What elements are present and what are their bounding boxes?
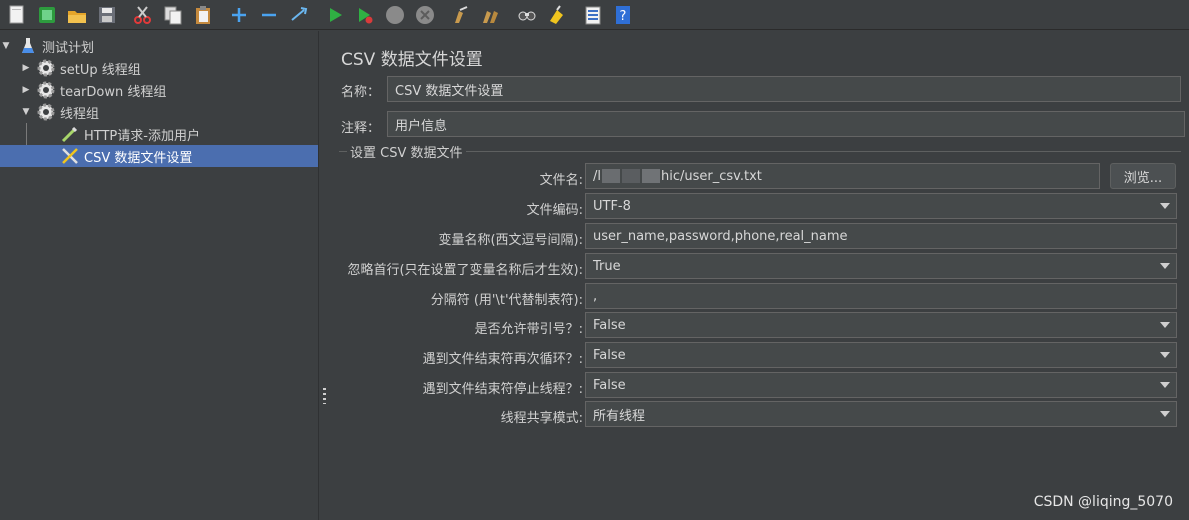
section-title: 设置 CSV 数据文件 — [347, 142, 466, 161]
paste-icon[interactable] — [191, 3, 215, 27]
name-label: 名称： — [341, 85, 381, 100]
start-icon[interactable] — [323, 3, 347, 27]
pipette-icon — [60, 124, 80, 144]
toolbar: ? — [0, 0, 1189, 30]
browse-button[interactable]: 浏览... — [1110, 163, 1176, 189]
test-plan-icon — [18, 36, 38, 56]
tree-item-csv-data-set[interactable]: CSV 数据文件设置 — [0, 145, 318, 167]
tree-item-label: 线程组 — [60, 106, 100, 122]
tree-item-label: tearDown 线程组 — [60, 84, 167, 100]
redacted-text — [642, 169, 660, 183]
stop-thread-on-eof-select[interactable]: False — [585, 372, 1177, 398]
clear-icon[interactable] — [449, 3, 473, 27]
chevron-down-icon[interactable] — [1160, 352, 1170, 358]
reset-search-icon[interactable] — [545, 3, 569, 27]
copy-icon[interactable] — [161, 3, 185, 27]
filename-label: 文件名: — [539, 173, 583, 188]
chevron-down-icon[interactable] — [1160, 203, 1170, 209]
tree-item-label: 测试计划 — [42, 40, 95, 56]
encoding-select[interactable]: UTF-8 — [585, 193, 1177, 219]
delimiter-field[interactable]: , — [585, 283, 1177, 309]
new-icon[interactable] — [5, 3, 29, 27]
expand-arrow-icon[interactable]: ▶ — [20, 84, 32, 96]
chevron-down-icon[interactable] — [1160, 382, 1170, 388]
search-icon[interactable] — [515, 3, 539, 27]
chevron-down-icon[interactable] — [1160, 411, 1170, 417]
split-pane-divider[interactable] — [318, 31, 331, 520]
chevron-down-icon[interactable] — [1160, 263, 1170, 269]
ignore-first-line-select[interactable]: True — [585, 253, 1177, 279]
shutdown-icon[interactable] — [413, 3, 437, 27]
encoding-label: 文件编码: — [526, 203, 583, 218]
sharing-mode-label: 线程共享模式: — [500, 411, 583, 426]
gear-icon — [36, 80, 56, 100]
tree-item-label: setUp 线程组 — [60, 62, 141, 78]
open-icon[interactable] — [65, 3, 89, 27]
tree-item-setup-thread-group[interactable]: ▶ setUp 线程组 — [0, 57, 318, 79]
toggle-icon[interactable] — [287, 3, 311, 27]
cut-icon[interactable] — [131, 3, 155, 27]
help-icon[interactable]: ? — [611, 3, 635, 27]
ignore-first-line-value: True — [593, 258, 621, 274]
start-no-pause-icon[interactable] — [353, 3, 377, 27]
clear-all-icon[interactable] — [479, 3, 503, 27]
recycle-on-eof-label: 遇到文件结束符再次循环？: — [422, 352, 583, 367]
drag-handle-icon[interactable] — [323, 388, 326, 404]
filename-suffix: hic/user_csv.txt — [661, 168, 762, 184]
tree-item-teardown-thread-group[interactable]: ▶ tearDown 线程组 — [0, 79, 318, 101]
stop-icon[interactable] — [383, 3, 407, 27]
recycle-on-eof-select[interactable]: False — [585, 342, 1177, 368]
name-field[interactable]: CSV 数据文件设置 — [387, 76, 1181, 102]
variable-names-field[interactable]: user_name,password,phone,real_name — [585, 223, 1177, 249]
tree-item-label: HTTP请求-添加用户 — [84, 128, 200, 144]
redacted-text — [602, 169, 620, 183]
allow-quoted-value: False — [593, 317, 626, 333]
sharing-mode-select[interactable]: 所有线程 — [585, 401, 1177, 427]
watermark: CSDN @liqing_5070 — [1033, 494, 1173, 510]
expand-arrow-icon[interactable]: ▶ — [20, 62, 32, 74]
tree-item-label: CSV 数据文件设置 — [84, 150, 193, 166]
filename-field[interactable]: /l hic/user_csv.txt — [585, 163, 1100, 189]
collapse-arrow-icon[interactable]: ▼ — [20, 106, 32, 118]
function-helper-icon[interactable] — [581, 3, 605, 27]
allow-quoted-label: 是否允许带引号？: — [474, 322, 583, 337]
redacted-text — [622, 169, 640, 183]
filename-prefix: /l — [593, 168, 601, 184]
tools-icon — [60, 146, 80, 166]
gear-icon — [36, 102, 56, 122]
collapse-arrow-icon[interactable]: ▼ — [0, 40, 12, 52]
recycle-on-eof-value: False — [593, 347, 626, 363]
tree-item-http-request[interactable]: HTTP请求-添加用户 — [0, 123, 318, 145]
page-title: CSV 数据文件设置 — [341, 50, 483, 70]
sharing-mode-value: 所有线程 — [593, 408, 646, 424]
stop-thread-on-eof-value: False — [593, 377, 626, 393]
tree-item-test-plan[interactable]: ▼ 测试计划 — [0, 35, 318, 57]
comment-label: 注释： — [341, 121, 381, 136]
variable-names-label: 变量名称(西文逗号间隔): — [438, 233, 583, 248]
stop-thread-on-eof-label: 遇到文件结束符停止线程？: — [422, 382, 583, 397]
allow-quoted-select[interactable]: False — [585, 312, 1177, 338]
save-icon[interactable] — [95, 3, 119, 27]
gear-icon — [36, 58, 56, 78]
comment-field[interactable]: 用户信息 — [387, 111, 1185, 137]
chevron-down-icon[interactable] — [1160, 322, 1170, 328]
expand-icon[interactable] — [227, 3, 251, 27]
csv-data-set-config-panel: CSV 数据文件设置 名称： CSV 数据文件设置 注释： 用户信息 设置 CS… — [331, 31, 1189, 520]
svg-text:?: ? — [620, 9, 627, 24]
delimiter-label: 分隔符 (用'\t'代替制表符): — [430, 293, 583, 308]
encoding-value: UTF-8 — [593, 198, 631, 214]
tree-item-thread-group[interactable]: ▼ 线程组 — [0, 101, 318, 123]
test-plan-tree: ▼ 测试计划 ▶ setUp 线程组 ▶ tearDown 线程组 ▼ 线程组 … — [0, 31, 318, 520]
templates-icon[interactable] — [35, 3, 59, 27]
collapse-icon[interactable] — [257, 3, 281, 27]
ignore-first-line-label: 忽略首行(只在设置了变量名称后才生效): — [347, 263, 583, 278]
